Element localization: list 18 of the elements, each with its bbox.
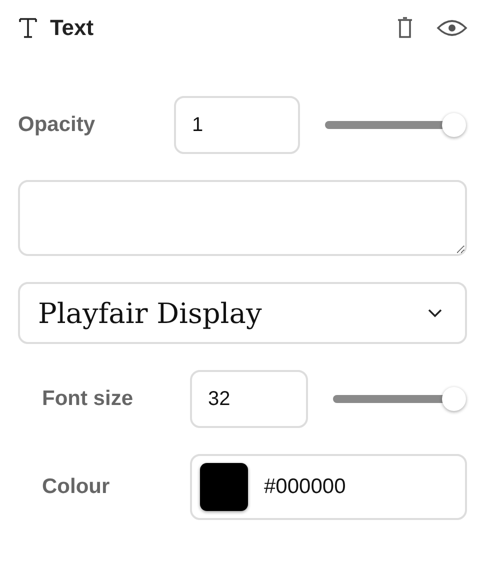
font-size-input[interactable]: 32 [190, 370, 308, 428]
colour-label: Colour [41, 475, 111, 499]
panel-title: Text [50, 15, 94, 41]
delete-button[interactable] [396, 16, 414, 40]
font-size-label: Font size [41, 387, 134, 411]
text-input[interactable] [18, 180, 467, 256]
visibility-button[interactable] [436, 18, 468, 38]
trash-icon [396, 16, 414, 40]
font-size-slider[interactable] [333, 386, 467, 412]
opacity-slider[interactable] [325, 112, 467, 138]
chevron-down-icon [427, 308, 443, 318]
eye-icon [436, 18, 468, 38]
colour-swatch[interactable] [200, 463, 248, 511]
text-icon [18, 16, 38, 40]
font-dropdown[interactable]: Playfair Display [18, 282, 467, 344]
opacity-input[interactable]: 1 [174, 96, 300, 154]
opacity-label: Opacity [18, 113, 96, 137]
colour-input[interactable]: #000000 [190, 454, 467, 520]
